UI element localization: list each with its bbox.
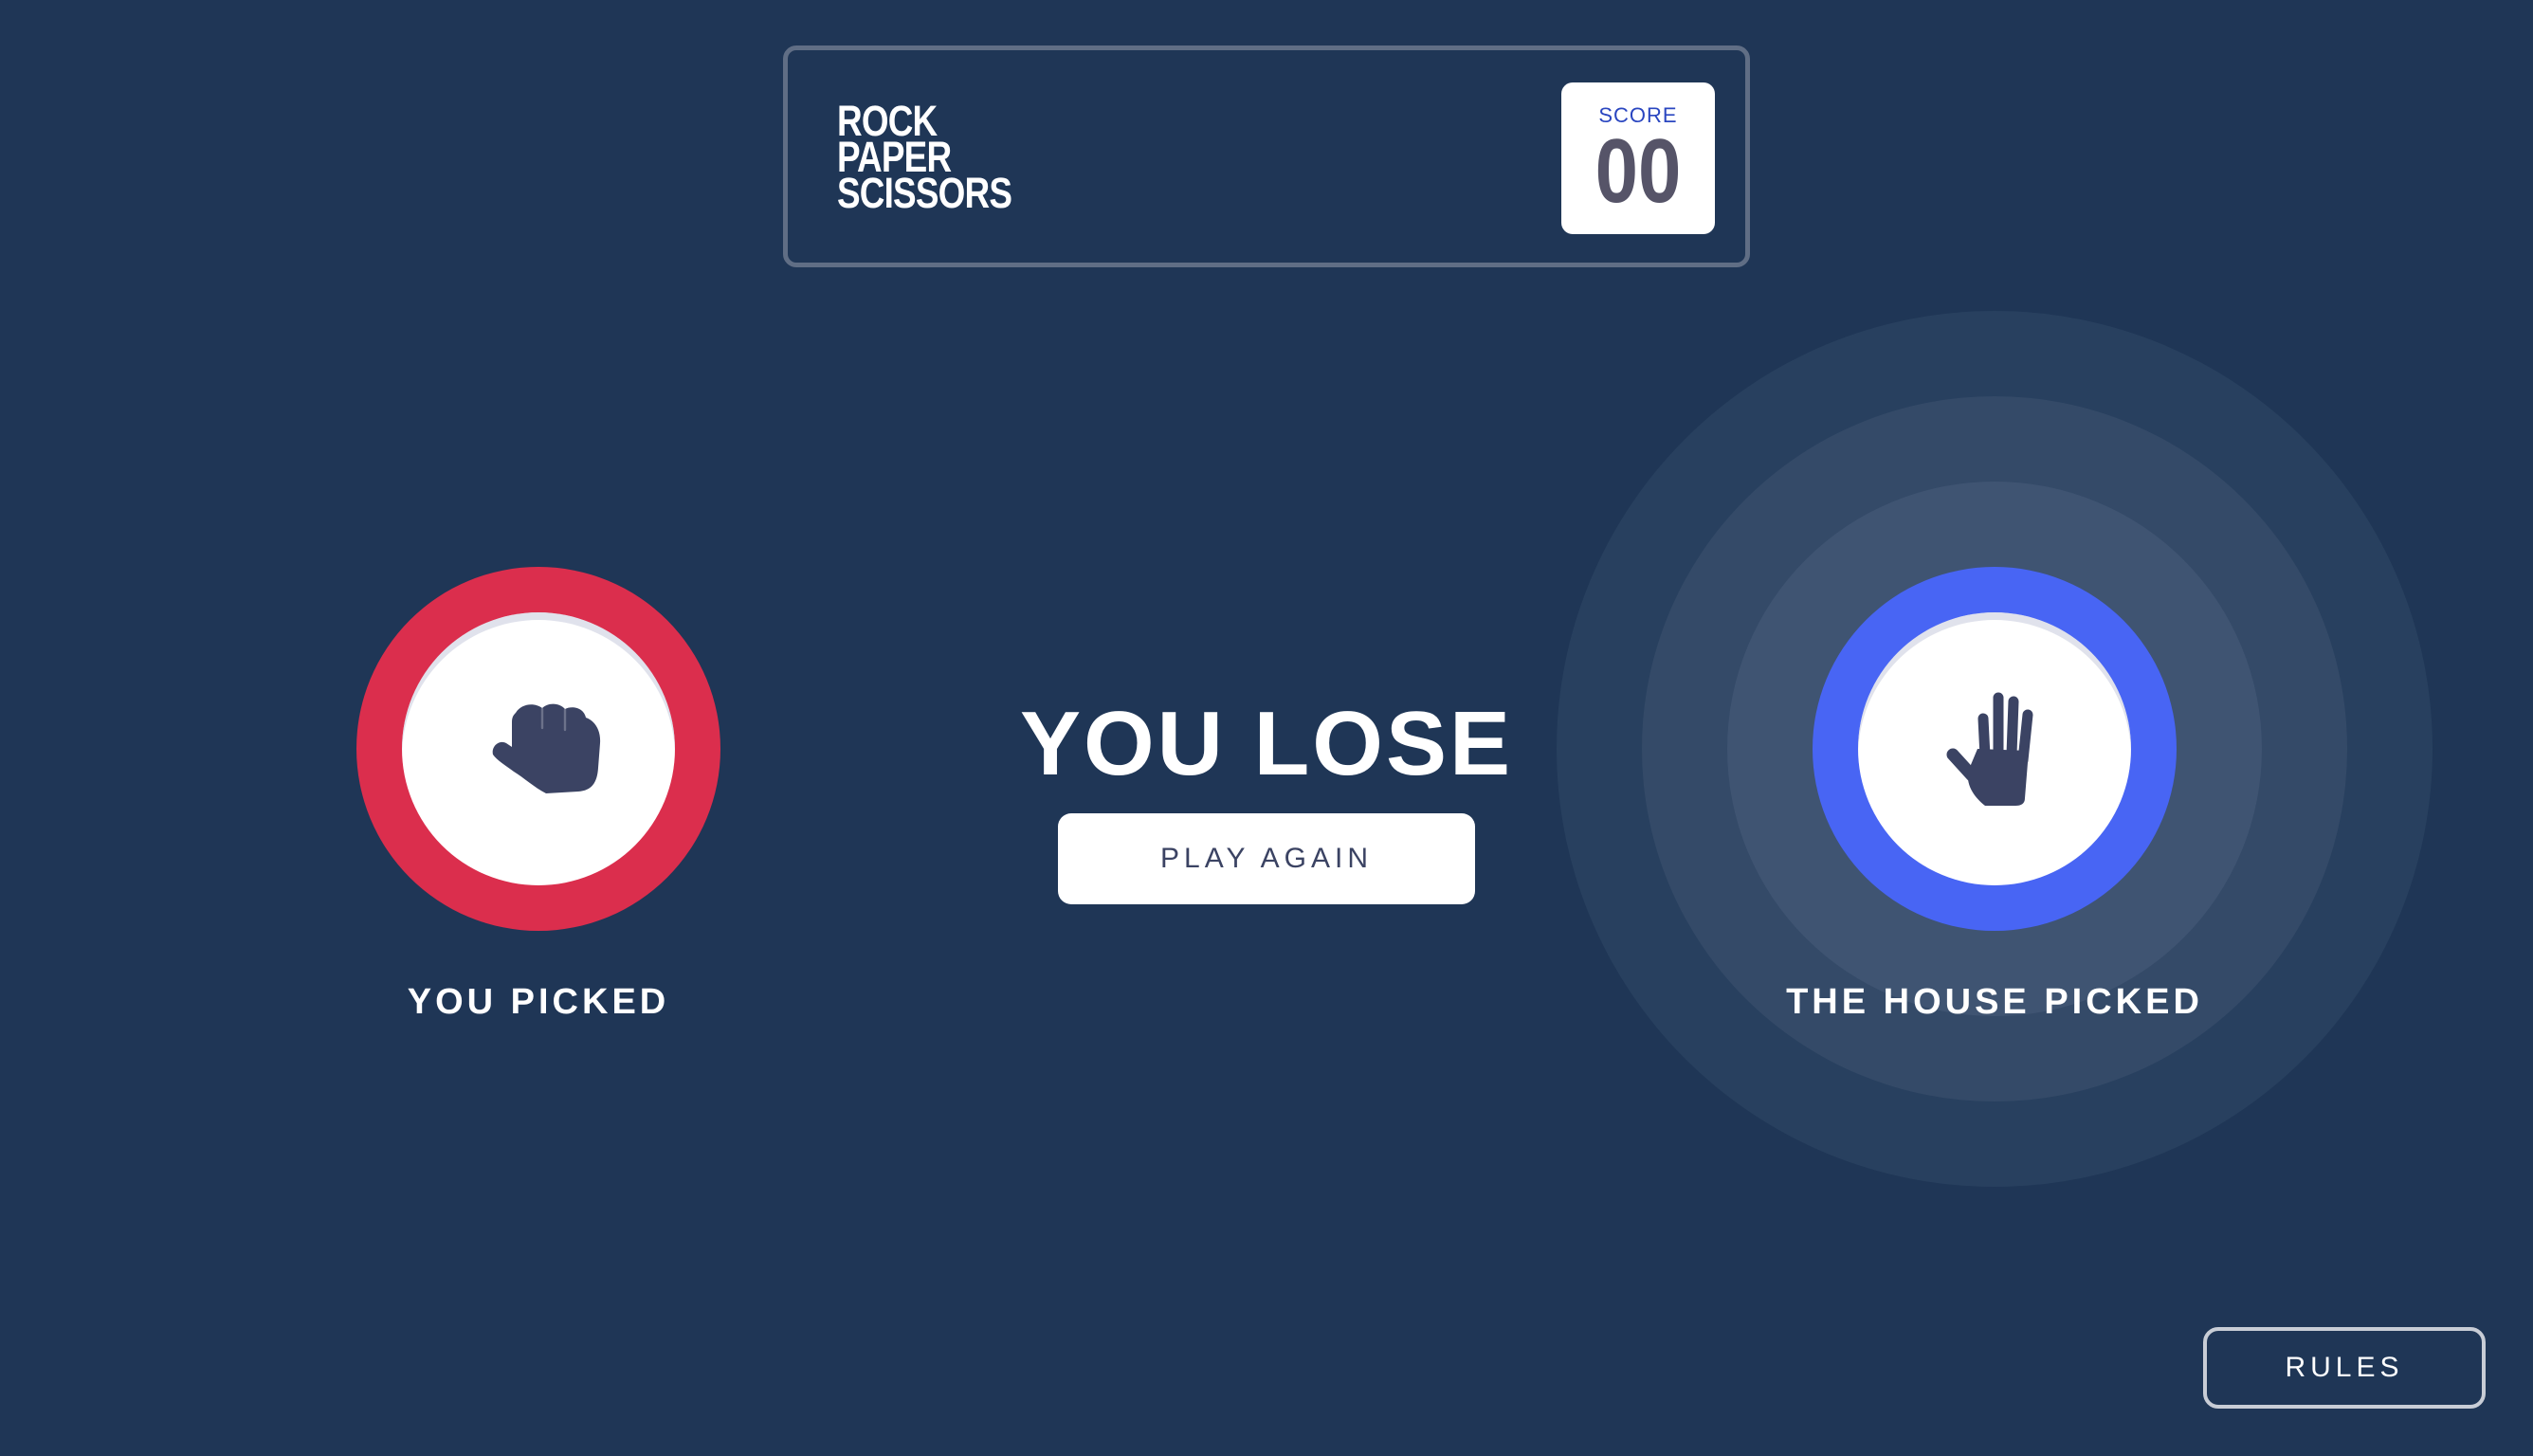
paper-icon: [1946, 692, 2033, 806]
rock-icon: [492, 703, 601, 793]
score-box: SCORE 00: [1561, 82, 1715, 234]
player-choice-token: [356, 567, 720, 931]
score-value: 00: [1595, 120, 1682, 222]
title-line-scissors: SCISSORS: [837, 169, 1012, 217]
game-title: ROCK PAPER SCISSORS: [837, 100, 1012, 217]
house-choice-inner: [1858, 612, 2131, 885]
house-pick-label: THE HOUSE PICKED: [1786, 982, 2203, 1022]
play-again-button[interactable]: PLAY AGAIN: [1058, 813, 1475, 904]
house-choice-token: [1813, 567, 2177, 931]
result-text: YOU LOSE: [1019, 693, 1514, 794]
rules-button[interactable]: RULES: [2203, 1327, 2486, 1409]
player-choice-inner: [402, 612, 675, 885]
player-pick-label: YOU PICKED: [407, 982, 670, 1022]
scoreboard-header: ROCK PAPER SCISSORS SCORE 00: [783, 46, 1750, 267]
